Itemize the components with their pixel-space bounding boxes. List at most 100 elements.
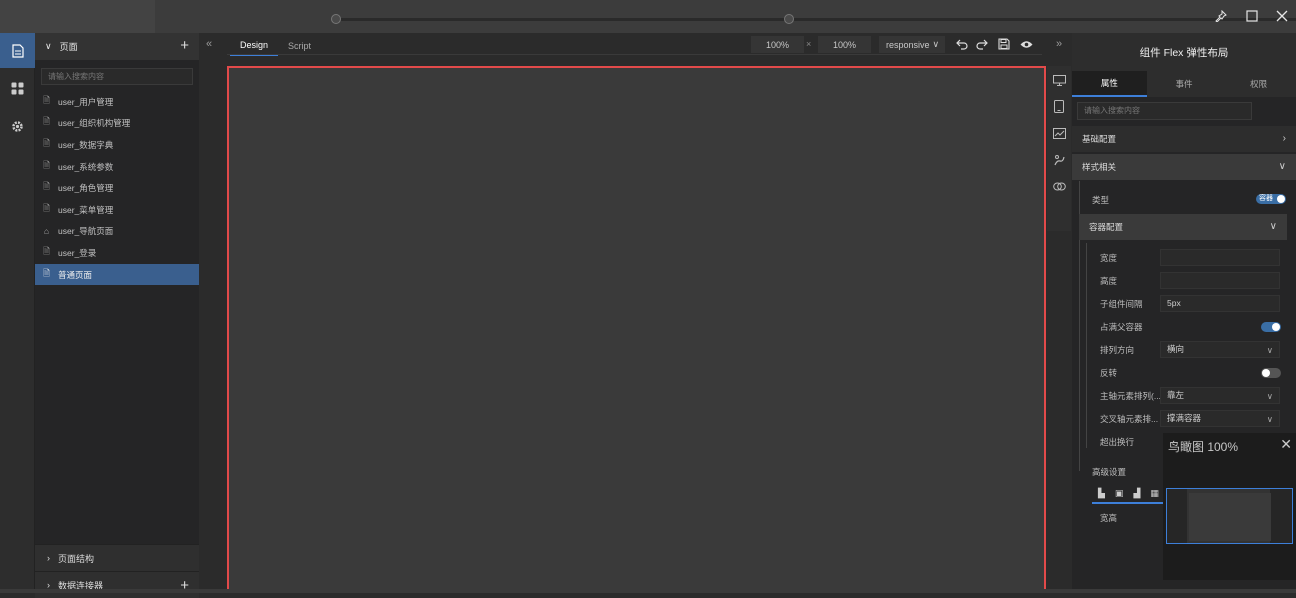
title-bar [0,0,1296,33]
file-icon: 🗎 [43,181,50,192]
fill-parent-toggle[interactable] [1261,321,1281,332]
properties-search-input[interactable]: 请输入搜索内容 [1077,102,1252,120]
gap-label: 子组件间隔 [1100,298,1143,309]
layout-center-icon[interactable]: ▣ [1115,488,1124,499]
save-icon[interactable] [997,37,1011,51]
layout-left-icon[interactable]: ▙ [1098,488,1105,499]
fill-parent-label: 占满父容器 [1100,321,1143,332]
add-page-button[interactable]: + [180,37,189,54]
minimap-viewport[interactable] [1166,488,1293,544]
file-icon: 🗎 [43,137,50,148]
chart-icon[interactable] [1049,123,1069,143]
minimap-right-preview [1270,489,1292,543]
file-icon: 🗎 [43,245,50,256]
type-toggle[interactable]: 容器 [1256,194,1286,204]
title-bar-knob-center[interactable] [784,14,794,24]
wrap-label: 超出换行 [1100,436,1135,447]
settings-icon[interactable] [0,109,35,144]
reverse-row: 反转 [1072,361,1296,384]
chevron-right-icon: › [47,553,50,563]
collapse-right-icon[interactable]: » [1056,38,1062,50]
component-title: 组件 Flex 弹性布局 [1072,33,1296,71]
page-item[interactable]: 🗎 user_组织机构管理 [35,113,199,135]
close-icon[interactable] [1273,7,1291,25]
page-item[interactable]: 🗎 user_菜单管理 [35,199,199,221]
pages-header[interactable]: ∨ 页面 + [35,33,199,60]
page-item-label: user_组织机构管理 [58,118,131,129]
mode-select[interactable]: responsive ∨ [879,36,945,53]
page-item[interactable]: 🗎 user_系统参数 [35,156,199,178]
pin-icon[interactable] [1212,7,1230,25]
type-badge: 容器 [1259,195,1273,202]
title-bar-knob-left[interactable] [331,14,341,24]
height-row: 高度 [1072,269,1296,292]
page-item-label: user_导航页面 [58,226,114,237]
design-canvas[interactable] [227,66,1046,593]
tab-permissions[interactable]: 权限 [1221,71,1296,97]
desktop-icon[interactable] [1049,70,1069,90]
minimap-panel[interactable]: 鸟瞰图 100% ✕ [1163,433,1296,580]
direction-row: 排列方向 横向 ∨ [1072,338,1296,361]
cross-axis-select[interactable]: 撑满容器 ∨ [1160,410,1280,427]
pages-icon[interactable] [0,33,35,68]
page-item[interactable]: 🗎 user_用户管理 [35,91,199,113]
collapse-left-icon[interactable]: « [206,38,212,50]
page-item[interactable]: 🗎 user_角色管理 [35,177,199,199]
title-bar-track [336,18,1296,21]
page-item[interactable]: ⌂ user_导航页面 [35,221,199,243]
page-item-selected[interactable]: 🗎 普通页面 [35,263,199,286]
home-icon: ⌂ [43,226,50,237]
preview-eye-icon[interactable] [1019,37,1033,51]
page-item-label: user_用户管理 [58,96,114,107]
close-icon[interactable]: ✕ [1280,436,1292,453]
toggle-knob [1262,368,1270,377]
tab-properties[interactable]: 属性 [1072,71,1147,97]
size-label: 宽高 [1100,512,1118,523]
components-icon[interactable] [0,71,35,106]
page-item-label: 普通页面 [58,269,93,280]
minimap-left-preview [1167,489,1187,543]
basic-config-section[interactable]: 基础配置 › [1072,126,1296,152]
gap-input[interactable]: 5px [1160,295,1280,312]
main-axis-row: 主轴元素排列(... 靠左 ∨ [1072,384,1296,407]
file-icon: 🗎 [43,94,50,105]
pages-panel: ∨ 页面 + 请输入搜索内容 🗎 user_用户管理 🗎 user_组织机构管理 🗎… [35,33,199,598]
width-input[interactable] [1160,249,1280,266]
main-axis-value: 靠左 [1167,390,1185,400]
canvas-height-input[interactable]: 100% [818,36,871,53]
canvas-width-input[interactable]: 100% [751,36,804,53]
file-icon: 🗎 [43,116,50,127]
tab-design[interactable]: Design [230,36,279,56]
cross-axis-row: 交叉轴元素排... 撑满容器 ∨ [1072,407,1296,430]
minimap-title: 鸟瞰图 100% [1168,440,1239,454]
tab-divider [227,54,1042,55]
reverse-toggle[interactable] [1261,367,1281,378]
maximize-icon[interactable] [1243,7,1261,25]
activity-bar [0,33,35,593]
page-item[interactable]: 🗎 user_登录 [35,242,199,264]
container-config-section[interactable]: 容器配置 ∨ [1079,214,1287,240]
page-list: 🗎 user_用户管理 🗎 user_组织机构管理 🗎 user_数据字典 🗎 user… [35,91,199,286]
style-brush-icon[interactable] [1049,150,1069,170]
direction-select[interactable]: 横向 ∨ [1160,341,1280,358]
page-structure-label: 页面结构 [58,553,95,564]
height-input[interactable] [1160,272,1280,289]
redo-icon[interactable] [975,37,989,51]
page-structure-section[interactable]: › 页面结构 [35,544,199,571]
page-item[interactable]: 🗎 user_数据字典 [35,134,199,156]
pages-search-input[interactable]: 请输入搜索内容 [41,68,193,85]
tablet-icon[interactable] [1049,96,1069,116]
page-item-label: user_系统参数 [58,161,114,172]
layout-grid-icon[interactable]: ▦ [1150,488,1159,499]
direction-label: 排列方向 [1100,344,1135,355]
undo-icon[interactable] [955,37,969,51]
direction-value: 横向 [1167,344,1185,354]
tab-script[interactable]: Script [278,36,321,56]
data-connectors-section[interactable]: › 数据连接器 + [35,571,199,598]
style-section[interactable]: 样式相关 ∨ [1072,154,1296,180]
main-axis-select[interactable]: 靠左 ∨ [1160,387,1280,404]
container-config-label: 容器配置 [1089,222,1124,232]
layers-icon[interactable] [1049,176,1069,196]
layout-right-icon[interactable]: ▟ [1133,488,1140,499]
tab-events[interactable]: 事件 [1147,71,1222,97]
